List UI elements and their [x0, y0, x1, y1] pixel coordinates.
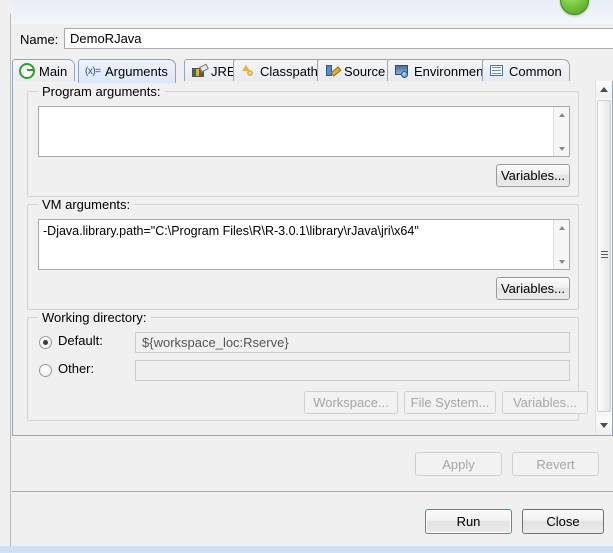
- scroll-up-icon[interactable]: [554, 107, 570, 122]
- working-directory-other-field[interactable]: [135, 360, 570, 381]
- tab-source[interactable]: Source: [317, 59, 394, 82]
- program-arguments-textarea[interactable]: [38, 106, 570, 157]
- tab-classpath[interactable]: Classpath: [233, 59, 326, 82]
- window-bottom-accent: [0, 546, 613, 553]
- working-directory-label: Working directory:: [38, 310, 151, 325]
- scroll-up-icon[interactable]: [554, 220, 570, 235]
- panel-vertical-scrollbar[interactable]: [595, 81, 612, 434]
- tab-classpath-label: Classpath: [260, 63, 318, 79]
- tab-common[interactable]: Common: [482, 59, 570, 82]
- run-green-icon[interactable]: [560, 0, 589, 15]
- tab-main-label: Main: [39, 63, 68, 79]
- arguments-icon: (x)=: [85, 65, 101, 77]
- tab-arguments[interactable]: (x)= Arguments: [78, 59, 176, 83]
- classpath-icon: [240, 63, 256, 79]
- vm-arguments-variables-button[interactable]: Variables...: [496, 277, 570, 300]
- common-icon: [489, 63, 505, 79]
- name-label: Name:: [20, 32, 59, 47]
- tab-common-label: Common: [509, 63, 562, 79]
- name-input[interactable]: [64, 28, 613, 49]
- working-directory-default-label: Default:: [58, 333, 103, 348]
- source-icon: [324, 63, 340, 79]
- working-directory-variables-button[interactable]: Variables...: [502, 391, 588, 414]
- program-arguments-label: Program arguments:: [38, 84, 165, 99]
- vm-arguments-group: VM arguments: -Djava.library.path="C:\Pr…: [27, 197, 579, 310]
- tab-environment[interactable]: Environment: [387, 59, 495, 82]
- working-directory-filesystem-button[interactable]: File System...: [404, 391, 496, 414]
- close-button[interactable]: Close: [522, 509, 604, 534]
- program-arguments-scrollbar[interactable]: [553, 107, 569, 156]
- revert-button[interactable]: Revert: [512, 452, 599, 476]
- vm-arguments-text: -Djava.library.path="C:\Program Files\R\…: [43, 224, 419, 238]
- jre-books-icon: [191, 63, 207, 79]
- dialog-toolbar-strip: [0, 0, 613, 24]
- scroll-up-icon[interactable]: [596, 81, 612, 98]
- dialog-left-rail-top: [0, 14, 11, 24]
- vm-arguments-scrollbar[interactable]: [553, 220, 569, 269]
- program-arguments-variables-button[interactable]: Variables...: [496, 164, 570, 187]
- working-directory-default-field: ${workspace_loc:Rserve}: [135, 332, 570, 353]
- tab-main[interactable]: Main: [12, 59, 76, 82]
- working-directory-group: Working directory: Default: ${workspace_…: [27, 310, 588, 421]
- working-directory-default-radio[interactable]: [39, 336, 52, 349]
- vm-arguments-label: VM arguments:: [38, 197, 135, 212]
- arguments-tab-panel: Program arguments: Variables... VM argum…: [12, 81, 613, 436]
- tab-bar: Main (x)= Arguments JRE Classpath Source…: [12, 58, 613, 83]
- working-directory-other-radio[interactable]: [39, 364, 52, 377]
- tab-jre-label: JRE: [211, 63, 236, 79]
- tab-environment-label: Environment: [414, 63, 487, 79]
- working-directory-workspace-button[interactable]: Workspace...: [304, 391, 398, 414]
- name-row: Name:: [12, 28, 613, 54]
- run-configuration-dialog: Name: Main (x)= Arguments JRE Classpath …: [0, 0, 613, 553]
- footer-separator: [12, 491, 613, 492]
- apply-button[interactable]: Apply: [415, 452, 502, 476]
- dialog-left-rail: [0, 24, 11, 553]
- vm-arguments-textarea[interactable]: -Djava.library.path="C:\Program Files\R\…: [38, 219, 570, 270]
- scroll-down-icon[interactable]: [554, 254, 570, 269]
- scrollbar-thumb[interactable]: [597, 100, 611, 412]
- working-directory-other-label: Other:: [58, 361, 95, 376]
- scrollbar-grip: [601, 251, 608, 260]
- environment-icon: [394, 63, 410, 79]
- tab-arguments-label: Arguments: [105, 64, 168, 79]
- program-arguments-group: Program arguments: Variables...: [27, 84, 579, 197]
- run-button[interactable]: Run: [425, 509, 512, 534]
- scroll-down-icon[interactable]: [554, 141, 570, 156]
- tab-source-label: Source: [344, 63, 386, 79]
- scroll-down-icon[interactable]: [596, 417, 612, 434]
- run-main-icon: [19, 63, 35, 79]
